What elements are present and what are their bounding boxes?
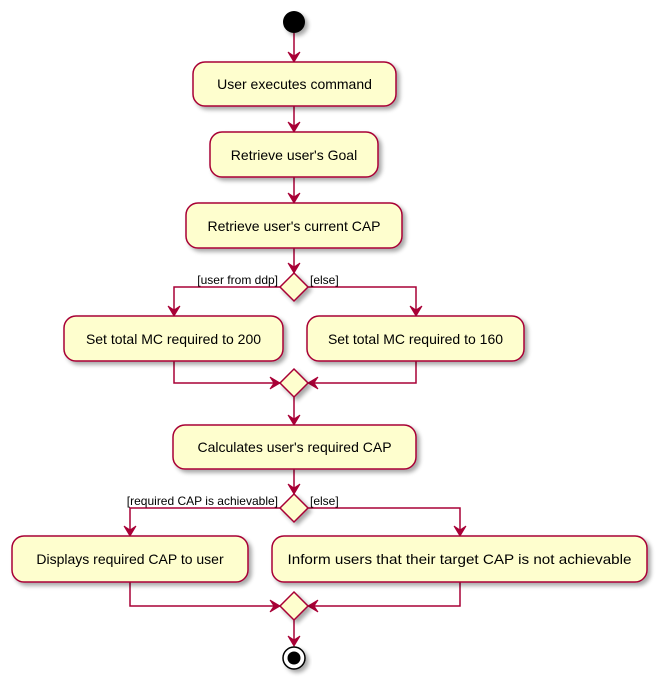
action-node-a7: Displays required CAP to user bbox=[11, 535, 249, 583]
guard-label-right: [else] bbox=[310, 494, 339, 508]
edge-a7-m2 bbox=[129, 582, 280, 607]
activity-diagram: User executes command Retrieve user's Go… bbox=[11, 11, 648, 670]
decision-diamond bbox=[278, 492, 310, 524]
action-label: Retrieve user's current CAP bbox=[207, 218, 380, 234]
action-label: User executes command bbox=[217, 76, 372, 92]
edge-d1-a4 bbox=[173, 286, 280, 315]
edge-a8-m2 bbox=[308, 582, 461, 607]
action-label: Set total MC required to 160 bbox=[328, 331, 503, 347]
start-node bbox=[283, 11, 305, 33]
edge-d2-a7 bbox=[129, 507, 280, 535]
action-node-a5: Set total MC required to 160 bbox=[306, 315, 525, 362]
end-node-inner bbox=[287, 651, 301, 665]
edge-a5-m1 bbox=[308, 361, 417, 384]
decision-diamond bbox=[278, 271, 310, 303]
action-label: Inform users that their target CAP is no… bbox=[288, 551, 632, 567]
action-node-a6: Calculates user's required CAP bbox=[172, 424, 417, 470]
edge-a4-m1 bbox=[173, 361, 280, 384]
action-label: Retrieve user's Goal bbox=[231, 147, 357, 163]
action-node-a4: Set total MC required to 200 bbox=[63, 315, 284, 362]
action-label: Calculates user's required CAP bbox=[197, 439, 391, 455]
action-node-a3: Retrieve user's current CAP bbox=[185, 202, 403, 249]
edge-d1-a5 bbox=[308, 286, 417, 315]
guard-label-left: [user from ddp] bbox=[197, 273, 278, 287]
action-node-a8: Inform users that their target CAP is no… bbox=[271, 535, 648, 583]
action-node-a1: User executes command bbox=[192, 61, 397, 107]
action-label: Set total MC required to 200 bbox=[86, 331, 261, 347]
guard-label-right: [else] bbox=[310, 273, 339, 287]
guard-label-left: [required CAP is achievable] bbox=[127, 494, 278, 508]
action-node-a2: Retrieve user's Goal bbox=[209, 131, 379, 178]
action-label: Displays required CAP to user bbox=[36, 551, 224, 567]
edge-d2-a8 bbox=[308, 507, 461, 535]
merge-node-m2 bbox=[278, 590, 310, 622]
merge-node-m1 bbox=[278, 367, 310, 399]
end-node bbox=[282, 646, 306, 670]
